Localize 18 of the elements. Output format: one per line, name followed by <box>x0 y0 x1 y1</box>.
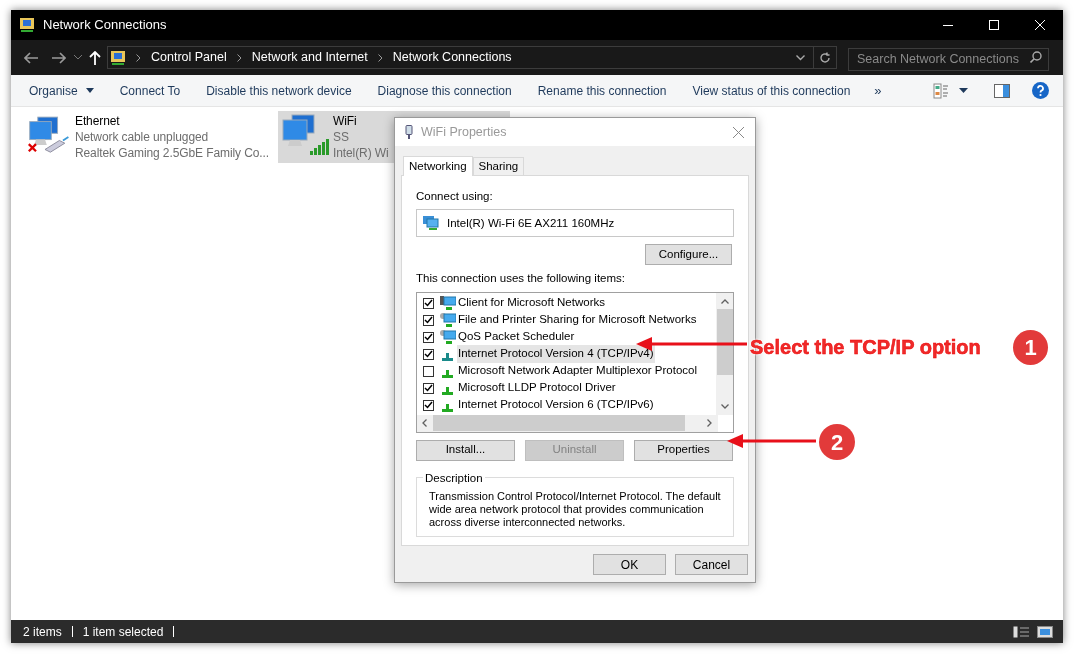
connection-name: WiFi <box>333 113 358 129</box>
connection-status: Network cable unplugged <box>75 129 210 145</box>
connection-status: SS <box>333 129 350 145</box>
step-badge: 1 <box>1013 330 1048 365</box>
dialog-title: WiFi Properties <box>421 123 507 141</box>
connection-device: Realtek Gaming 2.5GbE Family Co... <box>75 145 269 161</box>
connection-name: Ethernet <box>75 113 121 129</box>
adapter-field: Intel(R) Wi-Fi 6E AX211 160MHz <box>416 209 734 238</box>
window-title: Network Connections <box>43 16 167 35</box>
step-badge: 2 <box>819 424 855 460</box>
connect-using-label: Connect using: <box>416 189 494 204</box>
annotation-text: Select the TCP/IP option <box>750 335 981 360</box>
items-label: This connection uses the following items: <box>416 271 627 287</box>
status-text: 2 items <box>23 623 62 641</box>
description-text: Transmission Control Protocol/Internet Protocol. The default wide area network protocol that provides communication across diverse interconnected networks. <box>429 489 721 529</box>
connection-device: Intel(R) Wi <box>333 145 389 161</box>
status-text: 1 item selected <box>82 623 164 641</box>
dialog-button: Uninstall <box>525 439 624 461</box>
